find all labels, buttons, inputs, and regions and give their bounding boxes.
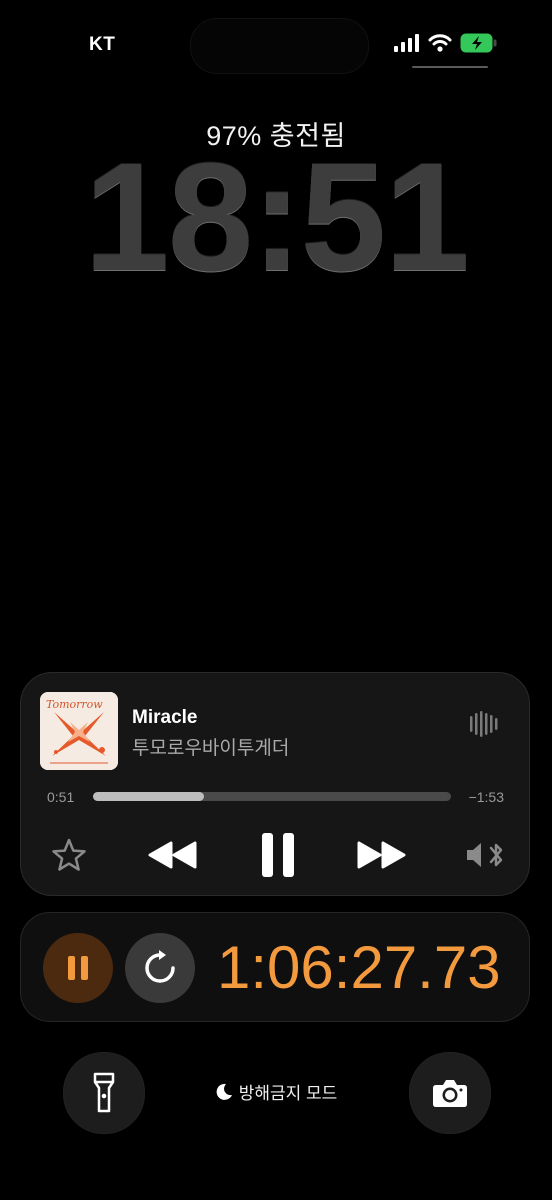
stopwatch-reset-button[interactable] <box>125 933 195 1003</box>
lock-screen: KT 97% 충전됨 18:51 Tomorrow Miracle 투모로우바이… <box>0 0 552 1200</box>
audio-output-icon[interactable] <box>461 833 509 877</box>
elapsed-time: 0:51 <box>47 789 75 805</box>
pause-icon[interactable] <box>253 825 303 885</box>
stopwatch-time: 1:06:27.73 <box>217 934 501 1001</box>
status-icons <box>394 33 498 57</box>
moon-icon <box>216 1083 232 1100</box>
album-art[interactable]: Tomorrow <box>40 692 118 770</box>
status-indicator-line <box>412 66 488 68</box>
focus-mode-label: 방해금지 모드 <box>238 1084 338 1103</box>
rewind-icon[interactable] <box>145 833 201 877</box>
playback-scrubber[interactable] <box>93 792 451 801</box>
wifi-icon <box>428 33 452 57</box>
audio-waveform-icon <box>469 711 501 742</box>
stopwatch-widget[interactable]: 1:06:27.73 <box>20 912 530 1022</box>
remaining-time: −1:53 <box>468 789 504 805</box>
lock-clock: 18:51 <box>84 131 470 303</box>
favorite-star-icon[interactable] <box>47 833 91 877</box>
dynamic-island <box>190 18 369 74</box>
stopwatch-pause-button[interactable] <box>43 933 113 1003</box>
track-title: Miracle <box>132 707 198 728</box>
now-playing-widget[interactable]: Tomorrow Miracle 투모로우바이투게더 0:51 −1:53 <box>20 672 530 896</box>
cellular-signal-icon <box>394 33 420 57</box>
reset-arrow-icon <box>145 950 175 983</box>
carrier-name: KT <box>89 34 116 55</box>
album-art-logo: Tomorrow <box>46 698 103 711</box>
battery-charging-icon <box>460 33 498 58</box>
camera-button[interactable] <box>409 1052 491 1134</box>
fast-forward-icon[interactable] <box>353 833 409 877</box>
camera-icon <box>433 1080 467 1107</box>
pause-icon <box>68 956 88 980</box>
playback-progress <box>93 792 204 801</box>
track-artist: 투모로우바이투게더 <box>132 738 290 759</box>
